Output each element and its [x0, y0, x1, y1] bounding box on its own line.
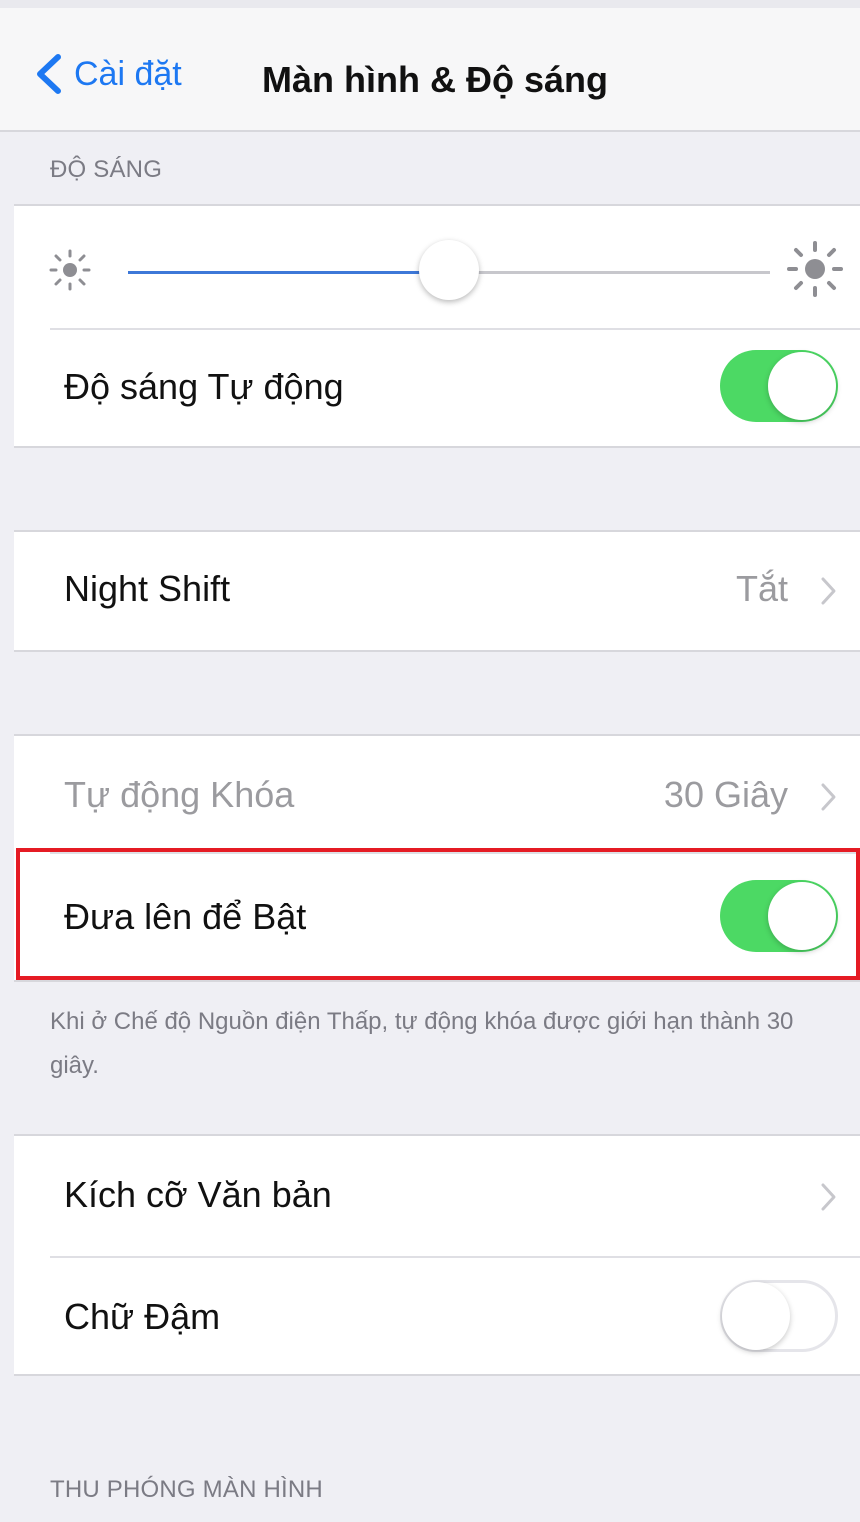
- back-label: Cài đặt: [74, 55, 182, 93]
- raise-to-wake-toggle[interactable]: [720, 880, 838, 952]
- brightness-section-header: ĐỘ SÁNG: [50, 156, 163, 183]
- sun-small-icon: [49, 249, 91, 291]
- toggle-knob: [768, 882, 836, 950]
- bold-text-toggle[interactable]: [720, 1280, 838, 1352]
- brightness-slider-thumb[interactable]: [419, 240, 479, 300]
- toggle-knob: [768, 352, 836, 420]
- auto-brightness-toggle[interactable]: [720, 350, 838, 422]
- chevron-right-icon: [821, 1183, 836, 1211]
- status-bar-cropped-strip: [0, 0, 860, 8]
- text-size-label: Kích cỡ Văn bản: [64, 1174, 332, 1215]
- low-power-mode-footnote: Khi ở Chế độ Nguồn điện Thấp, tự động kh…: [50, 1008, 794, 1079]
- brightness-slider-fill: [128, 271, 449, 274]
- text-settings-group: Kích cỡ Văn bản Chữ Đậm: [14, 1134, 860, 1376]
- sun-large-icon: [787, 241, 843, 297]
- display-zoom-section-header: THU PHÓNG MÀN HÌNH: [50, 1476, 323, 1503]
- bold-text-label: Chữ Đậm: [64, 1296, 221, 1337]
- auto-lock-value: 30 Giây: [663, 774, 788, 815]
- status-bar: [0, 0, 860, 14]
- back-button[interactable]: Cài đặt: [32, 52, 182, 96]
- row-divider: [50, 1256, 860, 1258]
- brightness-slider-track: [449, 271, 770, 274]
- navigation-bar: Cài đặt Màn hình & Độ sáng: [0, 14, 860, 132]
- night-shift-label: Night Shift: [64, 568, 231, 609]
- raise-to-wake-label: Đưa lên để Bật: [64, 896, 307, 937]
- row-divider: [50, 328, 860, 330]
- auto-brightness-label: Độ sáng Tự động: [64, 366, 344, 407]
- row-divider: [50, 852, 860, 854]
- night-shift-settings-group[interactable]: Night Shift Tắt: [14, 530, 860, 652]
- brightness-settings-group: Độ sáng Tự động: [14, 204, 860, 448]
- chevron-right-icon: [821, 783, 836, 811]
- auto-lock-label: Tự động Khóa: [64, 774, 295, 815]
- brightness-slider[interactable]: [128, 240, 770, 300]
- page-title: Màn hình & Độ sáng: [262, 59, 608, 100]
- night-shift-value: Tắt: [735, 568, 788, 609]
- toggle-knob: [722, 1282, 790, 1350]
- chevron-right-icon: [821, 577, 836, 605]
- auto-lock-settings-group: Tự động Khóa 30 Giây Đưa lên để Bật: [14, 734, 860, 982]
- chevron-left-icon: [37, 54, 61, 94]
